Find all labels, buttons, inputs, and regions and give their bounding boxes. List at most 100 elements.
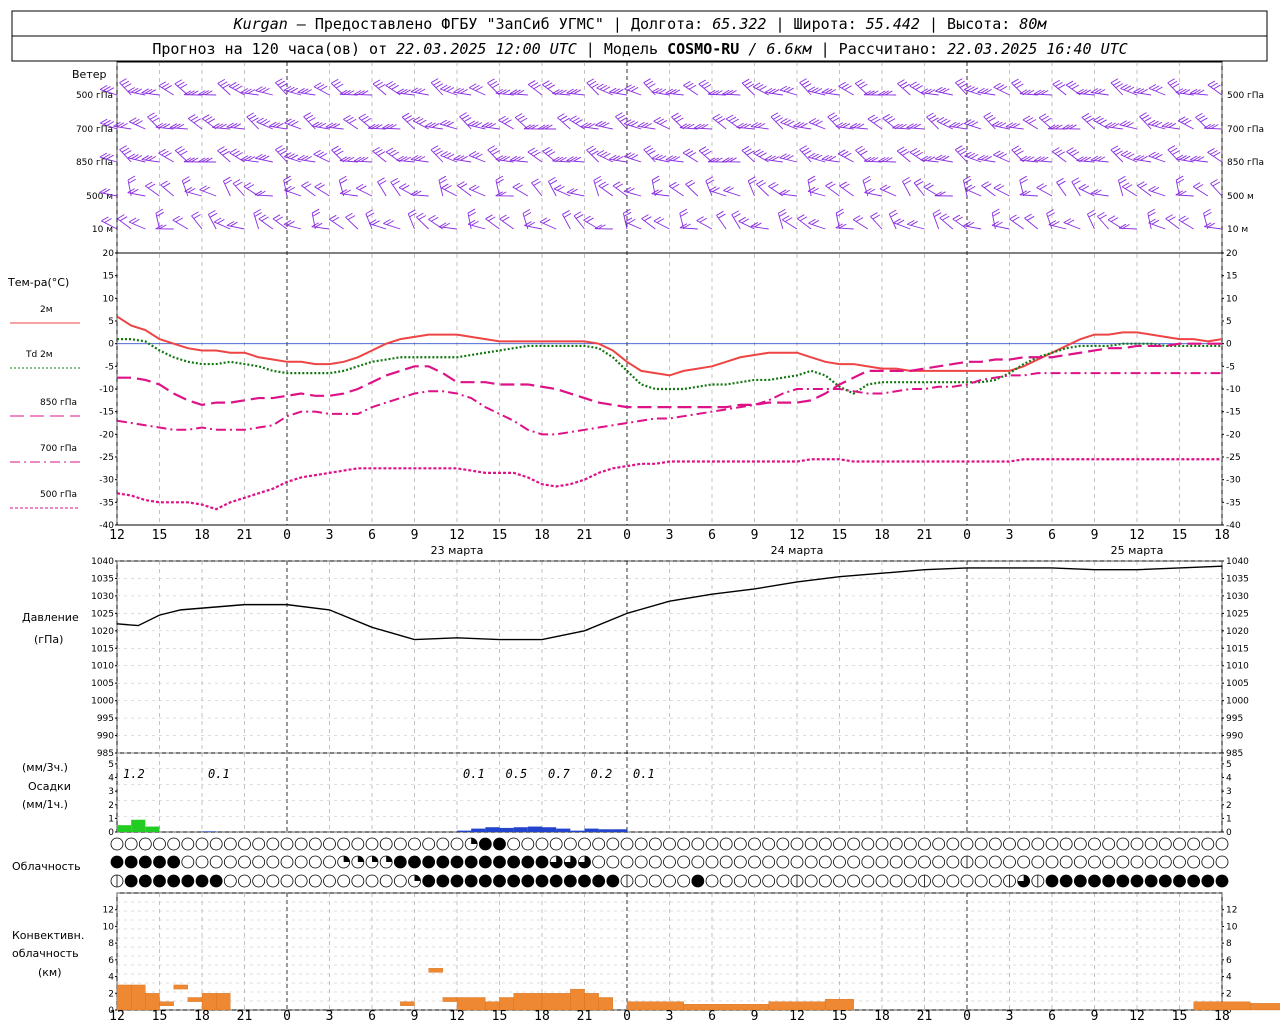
wind-barb [981,185,996,197]
y-tick-label: -30 [1226,476,1241,486]
wind-barb-flag [224,179,233,185]
conv-bar [598,997,613,1011]
wind-barb-flag [1210,82,1218,88]
wind-barb-flag [860,150,868,156]
cloud-symbol [592,855,606,869]
wind-barb-flag [1096,117,1104,123]
wind-barb-flag [653,216,662,222]
wind-barb [498,119,514,130]
cloud-symbol [946,874,960,888]
y-tick-label: 0 [1226,340,1232,350]
wind-barb-flag [1169,147,1178,153]
wind-barb [355,187,373,197]
y-tick-label: 990 [1226,732,1243,742]
wind-barb-flag [1069,149,1077,155]
wind-barb-flag [711,90,720,95]
y-tick-label: 4 [1226,973,1232,983]
wind-barb-flag [569,115,577,121]
wind-barb-flag [463,117,472,122]
wind-barb-flag [676,117,684,123]
cloud-symbol [252,855,266,869]
altitude-value: 80м [1019,15,1047,33]
wind-barb-flag [1052,147,1060,153]
cloud-symbol [1173,874,1186,888]
cloud-symbol [903,837,917,851]
cloud-symbol [493,855,506,869]
wind-barb-flag [329,214,337,220]
cloud-symbol [889,837,903,851]
y-tick-label: -35 [99,498,114,508]
precip-bar [598,829,613,832]
pressure-unit: (гПа) [34,633,63,646]
wind-barb [879,188,897,197]
cloud-symbol [138,837,152,851]
cloud-symbol [606,837,620,851]
wind-barb-flag [388,149,397,155]
wind-barb-flag [104,218,112,223]
wind-barb-flag [555,156,564,162]
cloud-symbol [691,874,705,888]
wind-barb-flag [222,83,231,89]
wind-barb-flag [220,81,228,87]
wind-barb-flag [1071,177,1079,183]
y-tick-label: 1025 [1226,609,1249,619]
wind-barb-flag [193,214,201,219]
wind-barb-flag [201,90,209,96]
cloud-symbol [875,874,889,888]
cloud-symbol [223,855,237,869]
cloud-symbol [663,855,676,869]
wind-barb-flag [119,78,127,84]
wind-barb-flag [243,182,252,188]
wind-barb-flag [725,89,734,95]
wind-barb-flag [1207,148,1215,153]
x-hour-label: 9 [1091,528,1099,543]
wind-barb-flag [926,112,934,118]
wind-barb-flag [803,150,812,155]
x-hour-label: 21 [577,1009,593,1024]
x-hour-label: 3 [666,528,674,543]
wind-barb-flag [1016,83,1024,89]
wind-barb-flag [284,178,292,184]
cloud-symbol [351,837,365,851]
x-hour-label: 3 [1006,1009,1014,1024]
wind-barb-flag [915,85,923,90]
wind-barb-flag [1051,124,1059,130]
wind-barb-flag [729,90,737,95]
cloud-title: Облачность [12,860,81,873]
wind-barb [653,220,670,230]
wind-barb-flag [1033,89,1042,95]
wind-barb-flag [799,145,807,150]
wind-barb-flag [121,80,130,86]
wind-barb-flag [533,84,541,90]
wind-barb-flag [839,181,847,187]
meteogram: Kurgan — Предоставлено ФГБУ "ЗапСиб УГМС… [7,10,1280,1024]
x-hour-label: 15 [152,528,168,543]
wind-barb-flag [586,78,594,84]
cloud-symbol [1031,855,1045,869]
forecast-label: Прогноз на 120 часа(ов) от [152,40,396,58]
wind-barb [457,185,472,197]
wind-barb-flag [852,215,861,221]
wind-barb-flag [679,208,687,214]
wind-barb-flag [938,191,946,197]
wind-barb-flag [207,118,216,124]
wind-barb [835,227,854,230]
cloud-symbol [1102,855,1116,869]
wind-barb-flag [862,176,871,181]
cloud-symbol [1031,837,1045,851]
cloud-symbol [1144,837,1158,851]
cloud-symbol [209,855,223,869]
wind-barb-flag [488,216,496,222]
wind-barb-flag [487,78,495,84]
wind-barb-flag [412,116,421,122]
wind-barb-flag [842,183,850,189]
cloud-symbol [790,855,804,869]
cloud-symbol [748,874,761,888]
x-hour-label: 12 [1129,1009,1145,1024]
precip-bar [584,828,599,832]
y-tick-label: 0 [108,828,114,838]
cloud-symbol [875,837,889,851]
wind-barb-flag [749,179,757,185]
wind-barb-flag [258,190,266,196]
conv-bar [1250,1003,1280,1011]
